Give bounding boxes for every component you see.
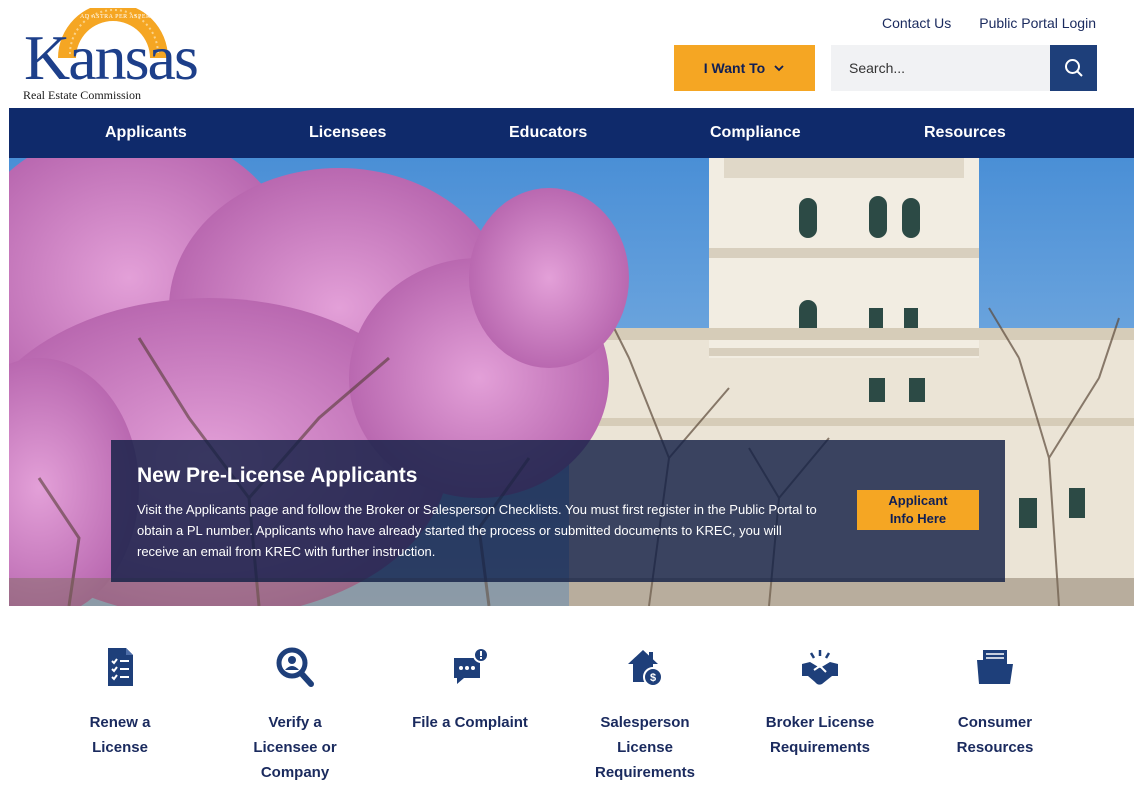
folder-icon	[977, 650, 1013, 684]
quick-link-label: Salesperson License Requirements	[594, 714, 696, 781]
nav-item-compliance[interactable]: Compliance	[710, 108, 801, 158]
krec-logo[interactable]: AD ASTRA PER ASPERA Kansas Real Estate C…	[18, 8, 199, 103]
search-icon	[1064, 59, 1083, 77]
search-button[interactable]	[1050, 45, 1097, 91]
quick-links: Renew a License Verify a Licensee or Com…	[0, 606, 1134, 781]
house-dollar-icon: $	[628, 650, 663, 687]
nav-item-educators[interactable]: Educators	[509, 108, 587, 158]
nav-item-licensees[interactable]: Licensees	[309, 108, 386, 158]
nav-item-applicants[interactable]: Applicants	[105, 108, 187, 158]
hero-banner: New Pre-License Applicants Visit the App…	[9, 158, 1134, 606]
search-input[interactable]	[831, 45, 1050, 91]
quick-link-label: Broker License Requirements	[765, 714, 875, 756]
logo-subtitle: Real Estate Commission	[23, 88, 141, 102]
cta-line-2: Info Here	[889, 511, 947, 526]
quick-link-label: File a Complaint	[412, 714, 528, 731]
search-bar	[831, 45, 1097, 91]
svg-text:$: $	[650, 672, 656, 684]
quick-link-label: Renew a License	[89, 714, 151, 756]
public-portal-login-link[interactable]: Public Portal Login	[979, 15, 1096, 31]
quick-link-label: Consumer Resources	[956, 714, 1034, 756]
chevron-down-icon	[774, 65, 784, 72]
site-header: AD ASTRA PER ASPERA Kansas Real Estate C…	[0, 0, 1134, 108]
hero-title: New Pre-License Applicants	[137, 464, 418, 487]
top-links: Contact Us Public Portal Login	[882, 15, 1096, 31]
applicant-info-button[interactable]: Applicant Info Here	[857, 490, 979, 530]
handshake-icon	[802, 650, 838, 685]
quick-link-label: Verify a Licensee or Company	[253, 714, 337, 781]
main-nav: Applicants Licensees Educators Complianc…	[9, 108, 1134, 158]
nav-item-resources[interactable]: Resources	[924, 108, 1006, 158]
i-want-to-label: I Want To	[703, 60, 766, 76]
hero-text: Visit the Applicants page and follow the…	[137, 502, 817, 559]
hero-callout: New Pre-License Applicants Visit the App…	[111, 440, 1005, 582]
cta-line-1: Applicant	[888, 493, 948, 508]
i-want-to-button[interactable]: I Want To	[674, 45, 815, 91]
search-user-icon	[276, 647, 314, 687]
logo-motto: AD ASTRA PER ASPERA	[80, 14, 156, 20]
logo-word: Kansas	[24, 22, 199, 93]
chat-alert-icon	[454, 647, 489, 684]
checklist-icon	[108, 648, 133, 686]
contact-us-link[interactable]: Contact Us	[882, 15, 951, 31]
